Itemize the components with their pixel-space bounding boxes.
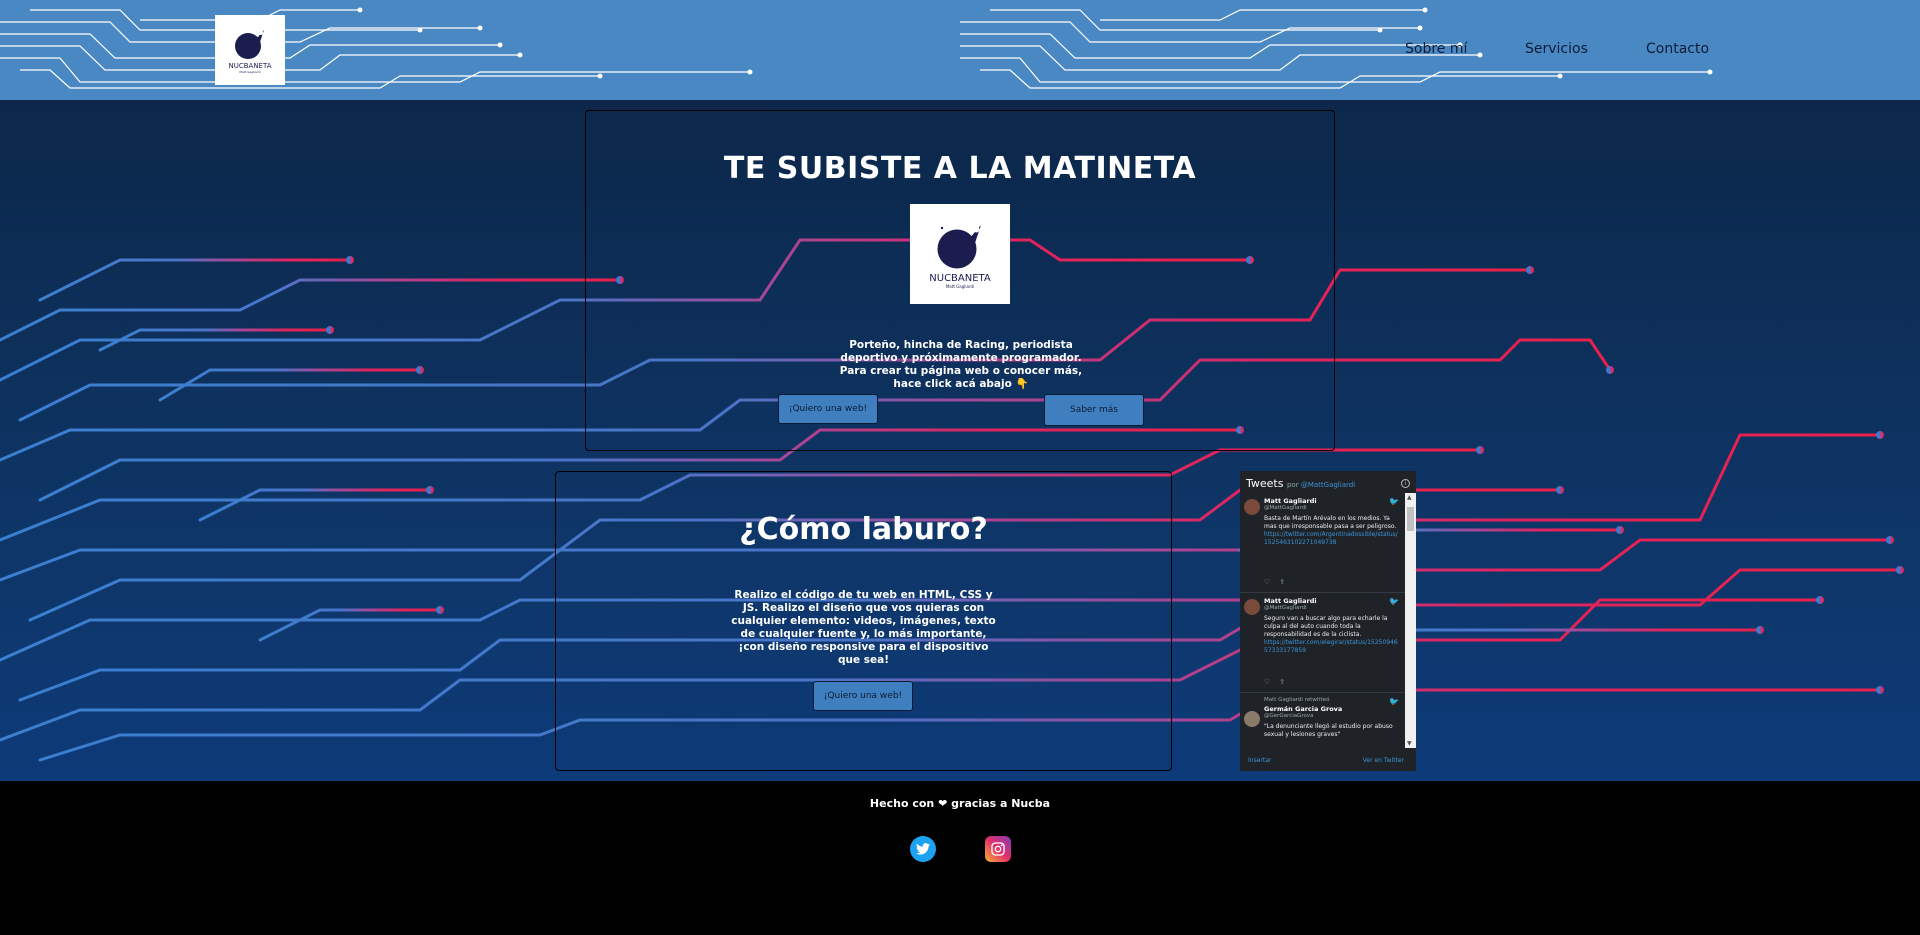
scroll-up-icon[interactable]: ▲	[1407, 494, 1412, 501]
twitter-by-label: por	[1286, 481, 1299, 489]
how-i-work-panel: ¿Cómo laburo? Realizo el código de tu we…	[555, 471, 1172, 771]
tweet-author-name[interactable]: Matt Gagliardi	[1264, 497, 1399, 505]
tweet-text: Seguro van a buscar algo para echarle la…	[1264, 615, 1388, 638]
twitter-bird-icon[interactable]: 🐦	[1389, 597, 1399, 606]
main-section: TE SUBISTE A LA MATINETA NUCBANETA Matt …	[0, 100, 1920, 781]
like-icon[interactable]: ♡	[1264, 678, 1270, 686]
info-icon[interactable]: i	[1401, 479, 1410, 488]
learn-more-button[interactable]: Saber más	[1044, 394, 1144, 426]
rocket-moon-icon	[937, 225, 981, 269]
header-circuit-right	[960, 7, 1713, 89]
tweet-author-name[interactable]: Germán Garcia Grova	[1264, 705, 1399, 713]
tweet-actions: ♡ ⇪	[1264, 578, 1285, 586]
tweet-actions: ♡ ⇪	[1264, 678, 1285, 686]
hero-logo: NUCBANETA Matt Gagliardi	[910, 204, 1010, 304]
tweets-list[interactable]: 🐦 Matt Gagliardi @MattGagliardi Basta de…	[1240, 493, 1405, 751]
twitter-bird-icon[interactable]: 🐦	[1389, 497, 1399, 506]
want-website-button[interactable]: ¡Quiero una web!	[778, 394, 878, 424]
hero-description: Porteño, hincha de Racing, periodista de…	[839, 339, 1083, 390]
twitter-timeline-widget: Tweets por @MattGagliardi i 🐦 Matt Gagli…	[1240, 471, 1416, 771]
view-on-twitter-link[interactable]: Ver en Twitter	[1363, 757, 1404, 764]
made-with-suffix: gracias a Nucba	[951, 797, 1051, 810]
tweet-author-handle[interactable]: @GerGarciaGrova	[1264, 713, 1399, 719]
made-with-prefix: Hecho con	[869, 797, 935, 810]
like-icon[interactable]: ♡	[1264, 578, 1270, 586]
hero-logo-subtext: Matt Gagliardi	[945, 284, 975, 289]
twitter-widget-footer: Insertar Ver en Twitter	[1240, 751, 1416, 771]
nav-link-servicios[interactable]: Servicios	[1525, 41, 1588, 57]
nav-link-sobre-mi[interactable]: Sobre mí	[1405, 41, 1467, 57]
scroll-down-icon[interactable]: ▼	[1407, 740, 1412, 747]
tweet-author-handle[interactable]: @MattGagliardi	[1264, 505, 1399, 511]
hero-title: TE SUBISTE A LA MATINETA	[723, 151, 1197, 186]
site-header: NUCBANETA Matt Gagliardi Sobre mí Servic…	[0, 0, 1920, 100]
avatar[interactable]	[1244, 711, 1260, 727]
heart-icon: ❤	[938, 797, 948, 810]
rocket-moon-icon	[235, 30, 264, 59]
tweet-author-handle[interactable]: @MattGagliardi	[1264, 605, 1399, 611]
scrollbar-thumb[interactable]	[1407, 507, 1414, 531]
hero-logo-text: NUCBANETA	[929, 273, 991, 284]
hero-panel: TE SUBISTE A LA MATINETA NUCBANETA Matt …	[585, 110, 1335, 451]
instagram-social-link[interactable]	[985, 836, 1011, 862]
how-i-work-title: ¿Cómo laburo?	[739, 512, 988, 547]
twitter-social-link[interactable]	[910, 836, 936, 862]
avatar[interactable]	[1244, 499, 1260, 515]
embed-link[interactable]: Insertar	[1248, 757, 1271, 764]
header-logo-subtext: Matt Gagliardi	[239, 70, 261, 74]
tweet-author-name[interactable]: Matt Gagliardi	[1264, 597, 1399, 605]
tweet-link[interactable]: https://twitter.com/Argentinadossible/st…	[1264, 531, 1399, 547]
twitter-widget-title: Tweets	[1246, 477, 1284, 490]
instagram-icon	[991, 842, 1005, 856]
tweet-item[interactable]: 🐦 Matt Gagliardi @MattGagliardi Seguro v…	[1240, 593, 1405, 693]
tweet-item[interactable]: 🐦 Matt Gagliardi @MattGagliardi Basta de…	[1240, 493, 1405, 593]
header-logo-text: NUCBANETA	[228, 62, 272, 70]
twitter-handle-link[interactable]: @MattGagliardi	[1301, 481, 1355, 489]
share-icon[interactable]: ⇪	[1279, 678, 1285, 686]
want-website-button-2[interactable]: ¡Quiero una web!	[813, 681, 913, 711]
twitter-widget-header: Tweets por @MattGagliardi	[1246, 477, 1355, 490]
twitter-bird-icon	[916, 843, 930, 855]
tweets-scrollbar[interactable]: ▲ ▼	[1405, 493, 1416, 748]
header-circuit-left	[0, 7, 753, 89]
share-icon[interactable]: ⇪	[1279, 578, 1285, 586]
tweet-item[interactable]: Matt Gagliardi retwitteó 🐦 Germán Garcia…	[1240, 693, 1405, 751]
retweet-label: Matt Gagliardi retwitteó	[1264, 697, 1330, 703]
how-i-work-description: Realizo el código de tu web en HTML, CSS…	[731, 589, 996, 666]
twitter-bird-icon[interactable]: 🐦	[1389, 697, 1399, 706]
nav-link-contacto[interactable]: Contacto	[1646, 41, 1709, 57]
tweet-text: Basta de Martín Arévalo en los medios. Y…	[1264, 515, 1397, 530]
tweet-link[interactable]: https://twitter.com/elegirar/status/1525…	[1264, 639, 1399, 655]
header-logo[interactable]: NUCBANETA Matt Gagliardi	[215, 15, 285, 85]
made-with-text: Hecho con ❤ gracias a Nucba	[0, 797, 1920, 810]
tweet-text: "La denunciante llegó al estudio por abu…	[1264, 723, 1393, 738]
site-footer: Hecho con ❤ gracias a Nucba	[0, 781, 1920, 935]
avatar[interactable]	[1244, 599, 1260, 615]
